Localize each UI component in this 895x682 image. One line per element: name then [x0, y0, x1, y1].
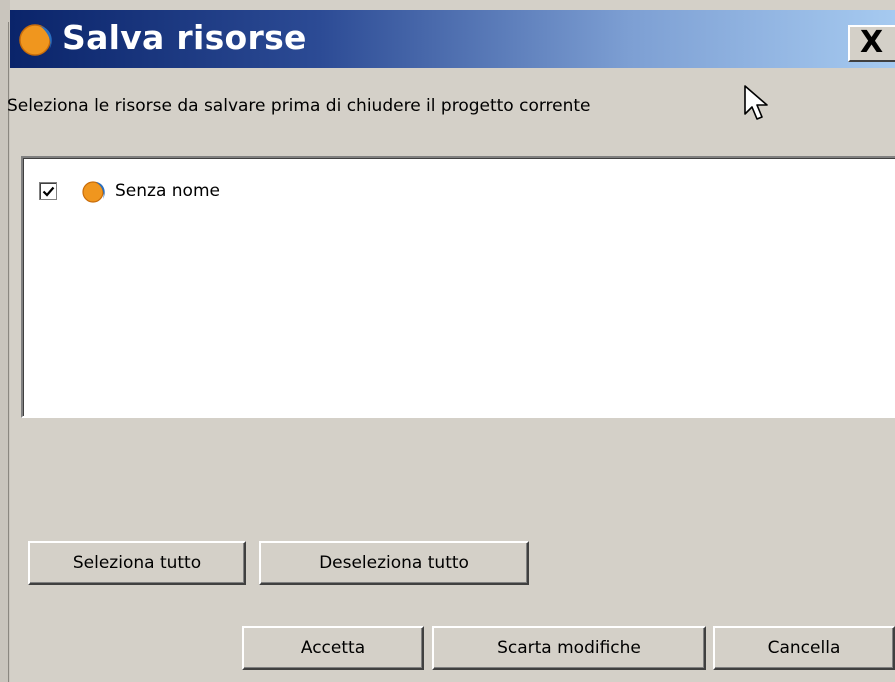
discard-changes-button[interactable]: Scarta modifiche	[432, 626, 706, 670]
close-button[interactable]: X	[848, 25, 895, 62]
cancel-button[interactable]: Cancella	[713, 626, 895, 670]
window-title: Salva risorse	[62, 18, 307, 57]
accept-button[interactable]: Accetta	[242, 626, 424, 670]
sis-globe-icon	[82, 181, 105, 203]
select-all-button[interactable]: Seleziona tutto	[28, 541, 246, 585]
deselect-all-button[interactable]: Deseleziona tutto	[259, 541, 529, 585]
sis-globe-icon	[19, 24, 52, 56]
instruction-text: Seleziona le risorse da salvare prima di…	[7, 96, 591, 116]
checkmark-icon	[42, 186, 55, 197]
resource-checkbox[interactable]	[39, 182, 57, 200]
resource-name: Senza nome	[115, 181, 220, 201]
list-item[interactable]: Senza nome	[39, 176, 220, 206]
save-resources-dialog: Salva risorse X Seleziona le risorse da …	[7, 0, 895, 682]
mouse-cursor-icon	[744, 85, 768, 120]
title-bar[interactable]: Salva risorse X	[10, 10, 895, 68]
resource-list[interactable]: Senza nome	[21, 156, 895, 418]
